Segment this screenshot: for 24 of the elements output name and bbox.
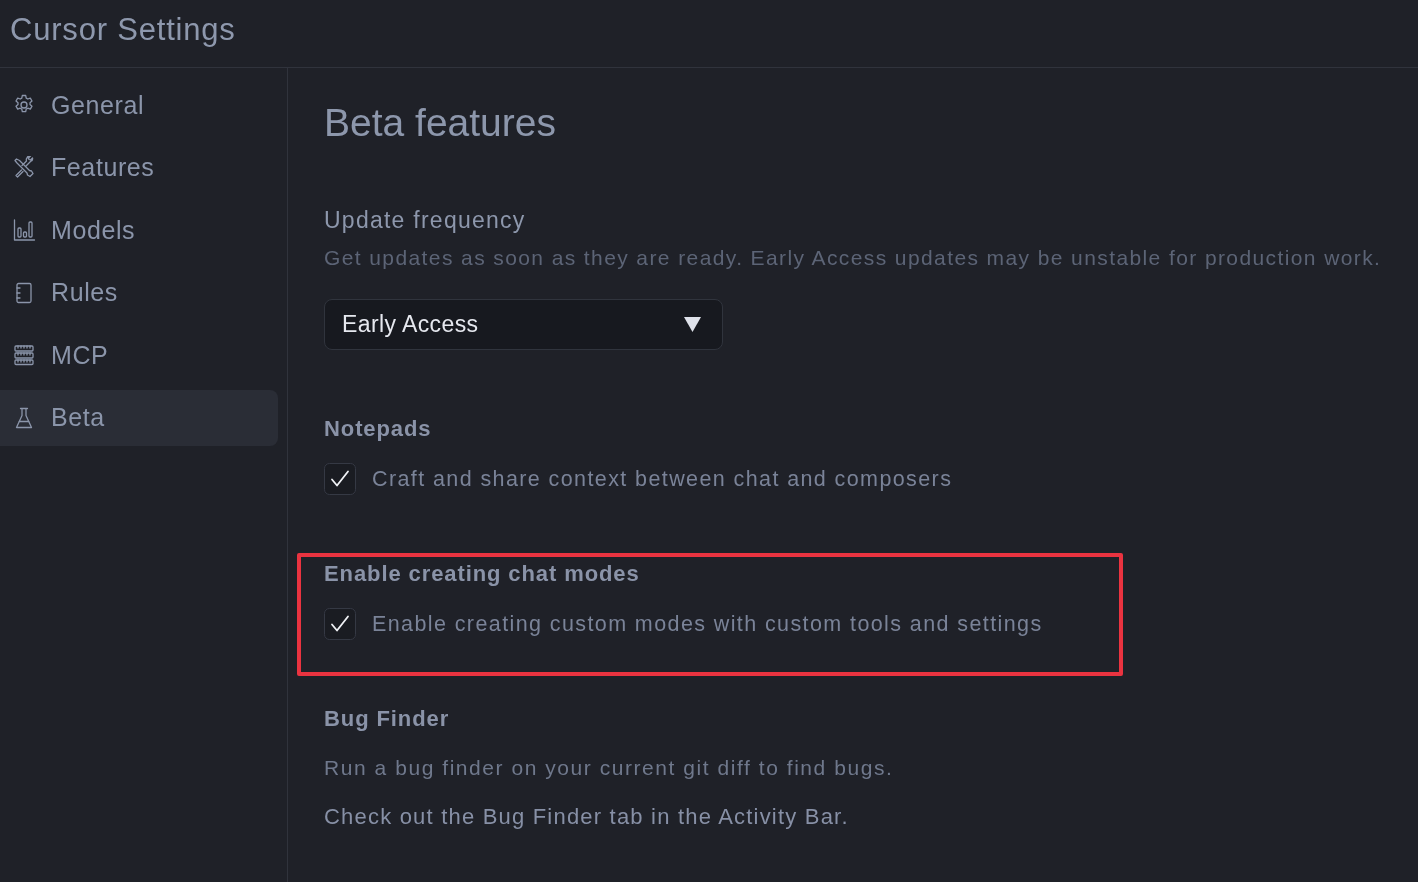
setting-title: Bug Finder	[324, 705, 450, 733]
tools-icon	[12, 155, 36, 180]
dropdown[interactable]: Early Access	[324, 299, 723, 350]
setting-description: Run a bug finder on your current git diff to find bugs.	[324, 755, 894, 781]
sidebar-item[interactable]: MCP	[0, 327, 278, 383]
sidebar-item[interactable]: Models	[0, 202, 278, 258]
setting-title: Enable creating chat modes	[324, 560, 640, 588]
checkbox-label: Enable creating custom modes with custom tools and settings	[372, 611, 1043, 637]
bar-chart-icon	[12, 218, 36, 242]
page-title: Beta features	[324, 100, 557, 146]
setting-description: Get updates as soon as they are ready. Early Access updates may be unstable for production work.	[324, 245, 1382, 271]
setting-note: Check out the Bug Finder tab in the Activity Bar.	[324, 804, 849, 830]
checkbox[interactable]	[324, 608, 356, 640]
window-title: Cursor Settings	[10, 11, 236, 48]
checkbox-label: Craft and share context between chat and composers	[372, 466, 953, 492]
sidebar-item[interactable]: Features	[0, 139, 278, 196]
sidebar-item[interactable]: Beta	[0, 389, 278, 446]
sidebar-item[interactable]: Rules	[0, 264, 278, 321]
server-rack-icon	[12, 343, 36, 367]
caret-icon	[684, 317, 701, 332]
setting-title: Notepads	[324, 415, 432, 443]
setting-title: Update frequency	[324, 206, 526, 234]
checkbox[interactable]	[324, 463, 356, 495]
sidebar-item[interactable]: General	[0, 77, 278, 133]
